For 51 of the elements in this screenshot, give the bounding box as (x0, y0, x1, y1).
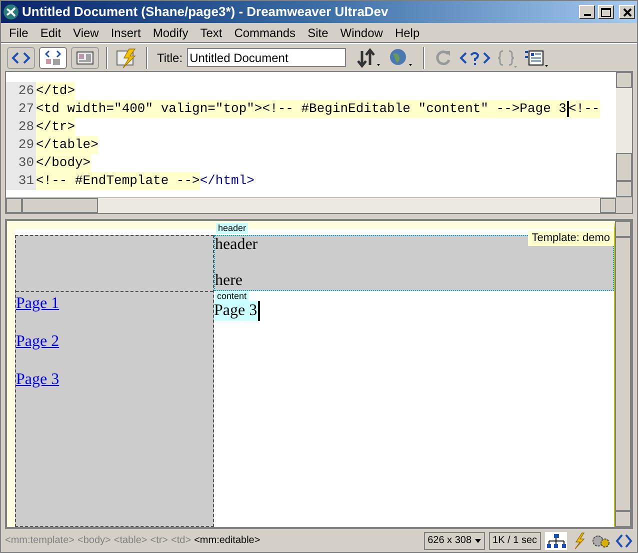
line-number: 26 (6, 82, 36, 100)
close-icon (622, 8, 632, 16)
line-number: 31 (6, 172, 36, 190)
line-number: 28 (6, 118, 36, 136)
menu-item[interactable]: Text (194, 24, 228, 42)
menu-item[interactable]: Site (302, 24, 334, 42)
design-view-button[interactable] (71, 46, 99, 68)
site-map-icon[interactable] (545, 532, 567, 550)
menu-item[interactable]: Help (388, 24, 426, 42)
page-link[interactable]: Page 1 (16, 293, 60, 315)
minimize-button[interactable] (579, 5, 595, 19)
tag-selector[interactable]: <mm:editable> (194, 533, 260, 548)
region-label: content (215, 291, 249, 302)
download-time: 1K / 1 sec (488, 532, 541, 550)
template-label: Template: demo (528, 231, 614, 246)
window-title: Untitled Document (Shane/page3*) - Dreamweaver UltraDev (22, 3, 390, 22)
maximize-icon (601, 8, 611, 16)
code-view-button[interactable] (7, 46, 35, 68)
menu-item[interactable]: Edit (34, 24, 68, 42)
code-icon[interactable] (615, 532, 633, 550)
vertical-scrollbar[interactable] (616, 72, 632, 197)
code-line: <!-- #EndTemplate --></html> (36, 172, 254, 190)
line-number: 27 (6, 100, 36, 118)
caret-icon (474, 538, 481, 542)
region-label: header (216, 223, 248, 234)
menu-item[interactable]: File (3, 24, 34, 42)
editable-region[interactable]: content Page 3 (214, 291, 614, 321)
title-label: Title: (157, 50, 183, 66)
line-number: 30 (6, 154, 36, 172)
maximize-button[interactable] (598, 5, 614, 19)
split-view-icon (42, 48, 64, 68)
page-link[interactable]: Page 2 (16, 331, 60, 353)
close-button[interactable] (619, 5, 635, 19)
menu-item[interactable]: Commands (228, 24, 302, 42)
app-logo-icon[interactable] (3, 4, 19, 20)
code-line: <td width="400" valign="top"><!-- #BeginEditable "content" -->Page 3<!-- (36, 100, 600, 118)
header-text: header (215, 236, 258, 254)
menu-item[interactable]: Insert (104, 24, 147, 42)
menu-item[interactable]: Window (334, 24, 389, 42)
window-size-dropdown[interactable]: 626 x 308 (424, 532, 485, 550)
title-field[interactable]: Untitled Document (186, 48, 346, 67)
horizontal-scrollbar[interactable] (6, 197, 632, 213)
split-view-button[interactable] (39, 46, 67, 68)
header-text: here (215, 272, 243, 290)
minimize-icon (584, 14, 590, 16)
content-text: Page 3 (214, 301, 260, 321)
menu-item[interactable]: View (67, 24, 105, 42)
page-link[interactable]: Page 3 (16, 369, 60, 391)
line-number: 29 (6, 136, 36, 154)
vertical-scrollbar[interactable] (615, 221, 631, 527)
menu-item[interactable]: Modify (146, 24, 194, 42)
